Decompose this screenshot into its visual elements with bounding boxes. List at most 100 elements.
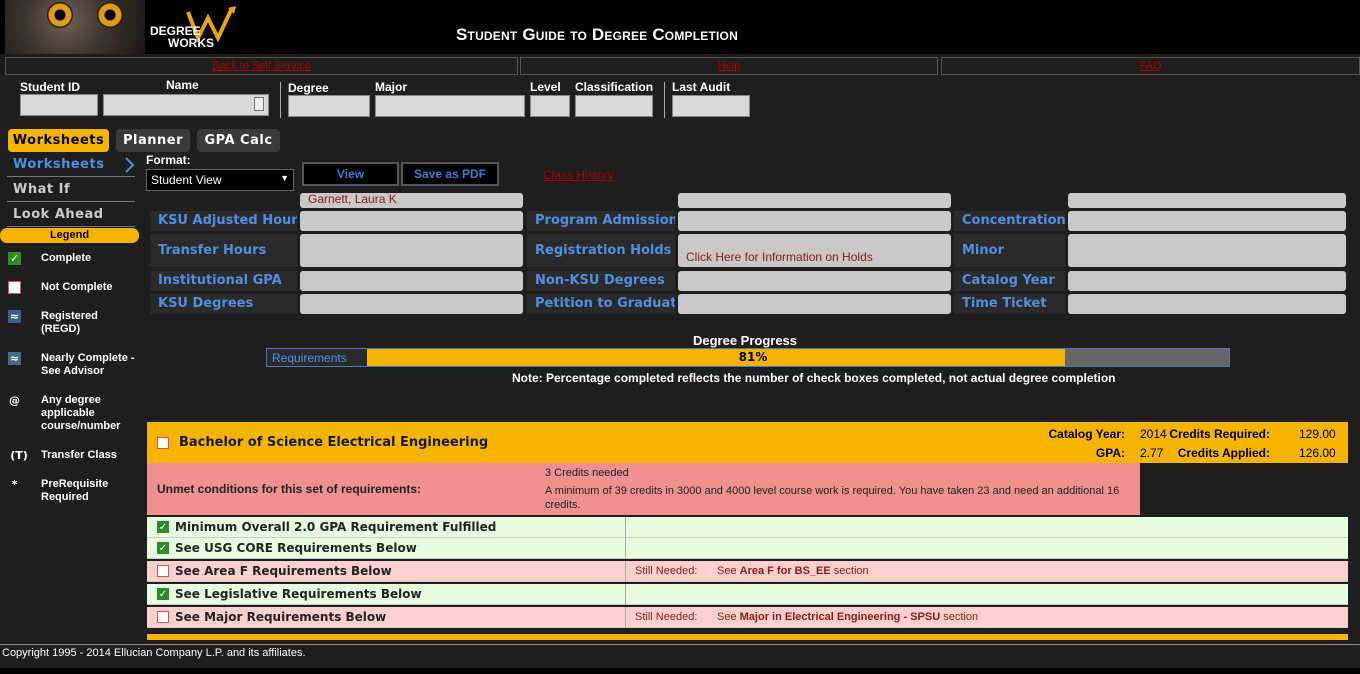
divider xyxy=(625,607,626,628)
transfer-hours-label: Transfer Hours xyxy=(150,234,297,267)
last-audit-field xyxy=(672,95,750,117)
logo-works-text: WORKS xyxy=(168,36,214,50)
empty-box-icon xyxy=(157,437,169,449)
page-title: Student Guide to Degree Completion xyxy=(456,25,738,44)
format-label: Format: xyxy=(146,153,191,167)
advisor-value: Garnett, Laura K xyxy=(300,193,523,208)
still-needed-detail: See Area F for BS_EE section xyxy=(717,565,869,577)
sidebar-item-what-if[interactable]: What If xyxy=(7,182,135,202)
requirement-name: See Major Requirements Below xyxy=(175,610,387,624)
program-admission-value xyxy=(678,211,951,231)
ksu-adjusted-hours-value xyxy=(300,211,523,231)
degree-field xyxy=(288,95,370,117)
catalog-year-label: Catalog Year xyxy=(954,271,1065,291)
time-ticket-label: Time Ticket xyxy=(954,294,1065,314)
unmet-credits-needed: 3 Credits needed xyxy=(545,467,629,479)
major-label: Major xyxy=(375,80,408,94)
degree-label: Degree xyxy=(288,81,329,95)
level-label: Level xyxy=(530,80,561,94)
block-title: Bachelor of Science Electrical Engineeri… xyxy=(179,435,489,450)
requirement-row: ✓ Minimum Overall 2.0 GPA Requirement Fu… xyxy=(147,517,1348,538)
name-select[interactable] xyxy=(103,94,269,116)
student-id-label: Student ID xyxy=(20,80,80,94)
program-admission-label: Program Admission xyxy=(527,211,675,231)
unmet-description: A minimum of 39 credits in 3000 and 4000… xyxy=(545,485,1120,511)
legend-any-degree-label: Any degree applicable course/number xyxy=(41,394,121,432)
progress-percent: 81% xyxy=(738,350,768,364)
legend-complete-label: Complete xyxy=(41,252,92,264)
student-id-field[interactable] xyxy=(20,94,98,116)
credits-required-value: 129.00 xyxy=(1299,427,1336,441)
back-to-self-service-link[interactable]: Back to Self Service xyxy=(5,57,518,75)
see-text: See xyxy=(717,611,737,623)
footer-divider xyxy=(0,644,1360,645)
minor-label: Minor xyxy=(954,234,1065,267)
tab-worksheets[interactable]: Worksheets xyxy=(8,129,109,152)
class-history-link[interactable]: Class History xyxy=(543,168,614,182)
ksu-degrees-label: KSU Degrees xyxy=(150,294,297,314)
minor-value xyxy=(1068,234,1346,267)
legend-not-complete-label: Not Complete xyxy=(41,281,113,293)
unmet-conditions: Unmet conditions for this set of require… xyxy=(147,463,1140,515)
concentration-value xyxy=(1068,211,1346,231)
separator xyxy=(280,82,281,118)
classification-label: Classification xyxy=(575,80,654,94)
petition-to-graduate-label: Petition to Graduate xyxy=(527,294,675,314)
institutional-gpa-value xyxy=(300,271,523,291)
requirement-name: See Legislative Requirements Below xyxy=(175,587,422,601)
block-bottom-bar xyxy=(147,634,1348,640)
transfer-hours-value xyxy=(300,234,523,267)
empty-box-icon xyxy=(8,281,21,294)
section-text: section xyxy=(943,611,979,623)
format-selected-value: Student View xyxy=(151,173,222,187)
tab-gpa-calc[interactable]: GPA Calc xyxy=(197,129,280,152)
bottom-strip xyxy=(0,668,1360,674)
legend-prerequisite-label: PreRequisite Required xyxy=(41,478,109,503)
area-f-link[interactable]: Area F for BS_EE xyxy=(740,565,831,577)
legend-title: Legend xyxy=(0,228,139,243)
requirement-name: Minimum Overall 2.0 GPA Requirement Fulf… xyxy=(175,520,497,534)
petition-to-graduate-value xyxy=(678,294,951,314)
tab-planner[interactable]: Planner xyxy=(116,129,190,152)
requirement-row: See Area F Requirements Below Still Need… xyxy=(147,561,1348,582)
faq-link[interactable]: FAQ xyxy=(941,57,1360,75)
requirement-name: See USG CORE Requirements Below xyxy=(175,541,417,555)
dropdown-arrow-icon[interactable]: ▼ xyxy=(280,173,289,183)
owl-mascot-logo xyxy=(5,0,145,54)
empty-box-icon xyxy=(157,611,169,623)
ksu-adjusted-hours-label: KSU Adjusted Hours xyxy=(150,211,297,231)
credits-applied-value: 126.00 xyxy=(1299,446,1336,460)
holds-info-link[interactable]: Click Here for Information on Holds xyxy=(678,234,951,267)
info-value xyxy=(1068,193,1346,208)
gpa-label: GPA: xyxy=(1095,446,1125,460)
last-audit-label: Last Audit xyxy=(672,80,731,94)
non-ksu-degrees-value xyxy=(678,271,951,291)
classification-field xyxy=(575,95,653,117)
sidebar-item-worksheets[interactable]: Worksheets xyxy=(7,157,135,177)
divider xyxy=(625,561,626,582)
help-link[interactable]: Help xyxy=(520,57,938,75)
info-value xyxy=(678,193,951,208)
app-header: DEGREE WORKS Student Guide to Degree Com… xyxy=(0,0,1360,54)
empty-box-icon xyxy=(157,565,169,577)
credits-applied-label: Credits Applied: xyxy=(1177,446,1270,460)
check-icon: ✓ xyxy=(157,542,169,554)
major-link[interactable]: Major in Electrical Engineering - SPSU xyxy=(740,611,941,623)
still-needed-label: Still Needed: xyxy=(635,611,698,623)
divider xyxy=(625,517,626,538)
non-ksu-degrees-label: Non-KSU Degrees xyxy=(527,271,675,291)
view-button[interactable]: View xyxy=(302,162,399,186)
section-text: section xyxy=(833,565,869,577)
name-label: Name xyxy=(166,78,199,92)
sidebar-item-look-ahead[interactable]: Look Ahead xyxy=(7,207,135,227)
name-dropdown-icon[interactable] xyxy=(254,97,264,111)
chevron-right-icon[interactable] xyxy=(124,157,136,173)
save-pdf-button[interactable]: Save as PDF xyxy=(401,162,499,186)
progress-note: Note: Percentage completed reflects the … xyxy=(512,371,1116,385)
ksu-degrees-value xyxy=(300,294,523,314)
format-select[interactable]: Student View ▼ xyxy=(146,169,294,191)
legend-transfer-label: Transfer Class xyxy=(41,449,117,461)
degree-progress-title: Degree Progress xyxy=(692,333,798,348)
catalog-year-value xyxy=(1068,271,1346,291)
level-field xyxy=(530,95,570,117)
